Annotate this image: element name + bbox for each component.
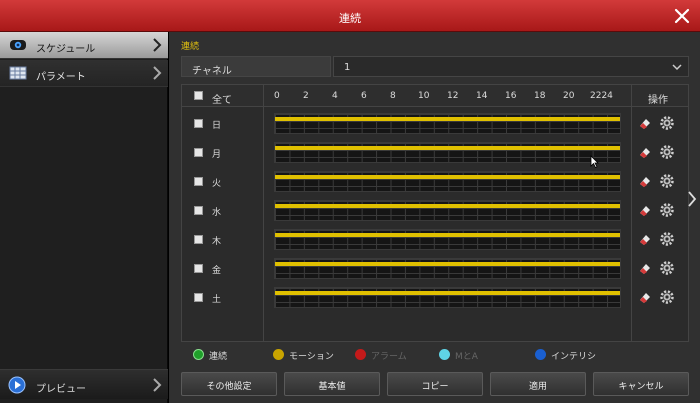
chevron-right-icon[interactable]: [686, 190, 698, 208]
hour-tick: 12: [447, 91, 459, 101]
hour-tick: 10: [418, 91, 430, 101]
gear-icon[interactable]: [660, 174, 674, 188]
camera-icon: [10, 40, 26, 50]
day-checkbox[interactable]: [194, 148, 203, 157]
legend: 連続 モーション アラーム MとA インテリシ: [181, 348, 689, 362]
eraser-icon[interactable]: [638, 174, 652, 188]
legend-label: アラーム: [371, 352, 407, 362]
gear-icon[interactable]: [660, 203, 674, 217]
title-bar: 連続: [0, 0, 700, 32]
select-all-label: 全て: [212, 95, 232, 106]
hour-tick: 2224: [590, 91, 613, 101]
gear-icon[interactable]: [660, 145, 674, 159]
day-checkbox[interactable]: [194, 264, 203, 273]
window-title: 連続: [339, 12, 361, 25]
schedule-bar[interactable]: [274, 287, 621, 308]
grid-header: 全て 0 2 4 6 8 10 12 14 16 18 20 2224 操作: [182, 85, 688, 107]
day-label: 月: [212, 150, 222, 160]
table-icon: [9, 66, 27, 80]
motion-and-alarm-dot-icon: [439, 349, 450, 360]
sidebar-item-preview[interactable]: プレビュー: [0, 369, 168, 399]
apply-button[interactable]: 適用: [490, 372, 586, 396]
chevron-down-icon: [672, 64, 682, 71]
default-button[interactable]: 基本値: [284, 372, 380, 396]
day-checkbox[interactable]: [194, 177, 203, 186]
sidebar-item-schedule[interactable]: スケジュール: [0, 32, 168, 59]
schedule-bar[interactable]: [274, 229, 621, 250]
day-label: 水: [212, 208, 222, 218]
chevron-right-icon: [153, 378, 162, 392]
motion-dot-icon: [273, 349, 284, 360]
eraser-icon[interactable]: [638, 290, 652, 304]
gear-icon[interactable]: [660, 232, 674, 246]
day-checkbox[interactable]: [194, 235, 203, 244]
day-checkbox[interactable]: [194, 293, 203, 302]
channel-label: チャネル: [181, 56, 331, 77]
select-all-checkbox[interactable]: [194, 91, 203, 100]
eraser-icon[interactable]: [638, 203, 652, 217]
sidebar-item-parameters[interactable]: パラメート: [0, 60, 168, 87]
channel-row: チャネル 1: [181, 56, 689, 77]
channel-value: 1: [344, 62, 351, 73]
legend-label: モーション: [289, 352, 334, 362]
alarm-dot-icon: [355, 349, 366, 360]
eraser-icon[interactable]: [638, 232, 652, 246]
schedule-grid: 全て 0 2 4 6 8 10 12 14 16 18 20 2224 操作 日: [181, 84, 689, 342]
sidebar: スケジュール パラメート プレビュー: [0, 32, 168, 403]
chevron-right-icon: [153, 66, 162, 80]
gear-icon[interactable]: [660, 116, 674, 130]
divider: [263, 85, 264, 341]
day-label: 金: [212, 266, 222, 276]
schedule-bar[interactable]: [274, 142, 621, 163]
play-icon: [8, 376, 26, 394]
copy-button[interactable]: コピー: [387, 372, 483, 396]
eraser-icon[interactable]: [638, 261, 652, 275]
day-label: 木: [212, 237, 222, 247]
schedule-bar[interactable]: [274, 113, 621, 134]
eraser-icon[interactable]: [638, 145, 652, 159]
schedule-bar[interactable]: [274, 200, 621, 221]
intelligent-dot-icon: [535, 349, 546, 360]
day-checkbox[interactable]: [194, 119, 203, 128]
mouse-cursor-icon: [590, 155, 599, 168]
other-settings-button[interactable]: その他設定: [181, 372, 277, 396]
legend-label: 連続: [209, 352, 228, 362]
hour-tick: 20: [563, 91, 575, 101]
day-label: 日: [212, 121, 222, 131]
sidebar-item-label: パラメート: [36, 72, 86, 83]
cancel-button[interactable]: キャンセル: [593, 372, 689, 396]
gear-icon[interactable]: [660, 290, 674, 304]
divider: [631, 85, 632, 341]
schedule-bar[interactable]: [274, 258, 621, 279]
hour-tick: 16: [505, 91, 517, 101]
legend-label: インテリシ: [551, 352, 597, 362]
eraser-icon[interactable]: [638, 116, 652, 130]
chevron-right-icon: [153, 38, 162, 52]
section-title: 連続: [181, 42, 200, 52]
close-icon[interactable]: [672, 6, 692, 26]
day-label: 土: [212, 295, 222, 305]
day-label: 火: [212, 179, 222, 189]
gear-icon[interactable]: [660, 261, 674, 275]
hour-tick: 14: [476, 91, 488, 101]
hour-tick: 6: [361, 91, 367, 101]
schedule-panel: 連続 チャネル 1 全て 0 2 4 6 8 10 12 14 16 18 20…: [169, 32, 700, 403]
hour-tick: 8: [390, 91, 396, 101]
hour-tick: 0: [274, 91, 280, 101]
day-checkbox[interactable]: [194, 206, 203, 215]
hour-tick: 2: [303, 91, 309, 101]
check-circle-icon: [193, 349, 204, 360]
operations-label: 操作: [648, 95, 668, 106]
hour-tick: 4: [332, 91, 338, 101]
sidebar-item-label: スケジュール: [36, 44, 96, 55]
legend-label: MとA: [455, 352, 478, 362]
hour-tick: 18: [534, 91, 546, 101]
sidebar-item-label: プレビュー: [36, 384, 86, 395]
schedule-bar[interactable]: [274, 171, 621, 192]
channel-select[interactable]: 1: [333, 56, 689, 77]
